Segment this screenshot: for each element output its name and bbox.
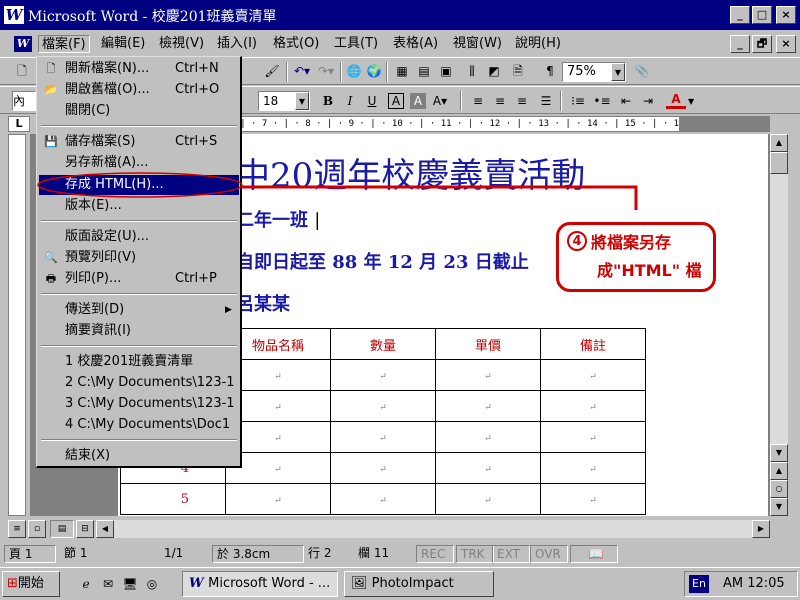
step-number: 4 — [567, 231, 587, 251]
callout-line-2: 成"HTML" 檔 — [597, 261, 702, 280]
callout-line-1: 將檔案另存 — [591, 233, 672, 252]
callout-box: 4 將檔案另存 成"HTML" 檔 — [556, 222, 716, 292]
callout-connector — [37, 172, 638, 210]
callout-pointer-line — [242, 185, 638, 210]
highlight-ellipse — [37, 172, 243, 198]
